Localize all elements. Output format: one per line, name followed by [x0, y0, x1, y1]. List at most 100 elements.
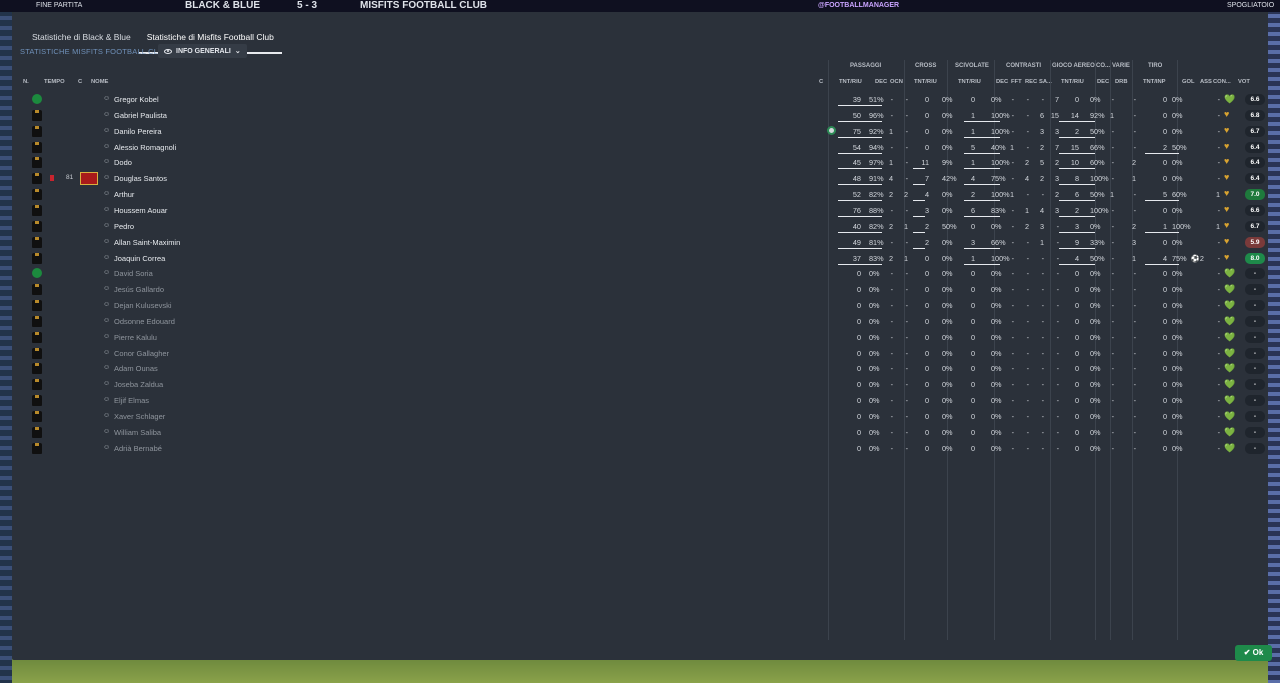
col-vot[interactable]: VOT	[1238, 79, 1250, 85]
player-name[interactable]: William Saliba	[114, 428, 161, 437]
player-name[interactable]: Gabriel Paulista	[114, 111, 167, 120]
player-name[interactable]: Allan Saint-Maximin	[114, 238, 180, 247]
player-name[interactable]: Danilo Pereira	[114, 127, 162, 136]
player-profile-icon[interactable]: ☺	[103, 254, 110, 261]
player-name[interactable]: Pierre Kalulu	[114, 333, 157, 342]
player-profile-icon[interactable]: ☺	[103, 95, 110, 102]
player-name[interactable]: Arthur	[114, 190, 134, 199]
col-con-dec[interactable]: DEC	[996, 79, 1008, 85]
col-con-fft[interactable]: FFT	[1011, 79, 1022, 85]
table-row[interactable]: ☺ Gregor Kobel 39 51% - -0 0% 0 0% - - -7 0 0% - -0 0% - 💚…	[20, 92, 1265, 108]
player-profile-icon[interactable]: ☺	[103, 317, 110, 324]
player-profile-icon[interactable]: ☺	[103, 349, 110, 356]
stat-tP: 0%	[1172, 110, 1183, 120]
player-name[interactable]: Gregor Kobel	[114, 95, 159, 104]
table-row[interactable]: ☺ Arthur 52 82% 2 2 4 0% 2 100% 1- -2 6 50% 1-5 60% 1 ♥ 7.…	[20, 187, 1265, 203]
col-pass-dec[interactable]: DEC	[875, 79, 887, 85]
player-profile-icon[interactable]: ☺	[103, 174, 110, 181]
player-name[interactable]: Douglas Santos	[114, 174, 167, 183]
col-con[interactable]: CON...	[1213, 79, 1231, 85]
table-row[interactable]: 81 ☺ Douglas Santos 48 91% 4-7 42% 4 75% -4 2 3 8 100…	[20, 171, 1265, 187]
col-nome[interactable]: NOME	[91, 79, 108, 85]
player-name[interactable]: Pedro	[114, 222, 134, 231]
table-row[interactable]: ☺ Dejan Kulusevski 0 0% - -0 0% 0 0% - - - -0 0% - -0 0%…	[20, 298, 1265, 314]
player-profile-icon[interactable]: ☺	[103, 238, 110, 245]
table-row[interactable]: ☺ Joaquin Correa 37 83% 2 1 0 0% 1 100% - - - -4 50% -1…	[20, 251, 1265, 267]
table-row[interactable]: ☺ Alessio Romagnoli 54 94% - -0 0% 5 40% 1-2 7 15 66…	[20, 140, 1265, 156]
player-profile-icon[interactable]: ☺	[103, 285, 110, 292]
col-con-rec[interactable]: REC	[1025, 79, 1037, 85]
player-profile-icon[interactable]: ☺	[103, 380, 110, 387]
stat-pT: 0	[856, 285, 861, 295]
table-row[interactable]: ☺ Adrià Bernabé 0 0% - -0 0% 0 0% - - - -0 0% - -0 0% - 💚 -	[20, 441, 1265, 457]
col-co-dec[interactable]: DEC	[1097, 79, 1109, 85]
table-row[interactable]: ☺ Adam Ounas 0 0% - -0 0% 0 0% - - - -0 0% - -0 0% - 💚 -	[20, 361, 1265, 377]
view-dropdown[interactable]: INFO GENERALI ⌄	[158, 44, 247, 58]
col-c2[interactable]: C	[819, 79, 823, 85]
player-name[interactable]: Alessio Romagnoli	[114, 143, 176, 152]
player-name[interactable]: Dejan Kulusevski	[114, 301, 172, 310]
table-row[interactable]: ☺ Allan Saint-Maximin 49 81% - -2 0% 3 66% - -1-9 3…	[20, 235, 1265, 251]
player-profile-icon[interactable]: ☺	[103, 333, 110, 340]
player-profile-icon[interactable]: ☺	[103, 412, 110, 419]
table-row[interactable]: ☺ Jesús Gallardo 0 0% - -0 0% 0 0% - - - -0 0% - -0 0% - 💚…	[20, 282, 1265, 298]
dressing-room-button[interactable]: SPOGLIATOIO	[1227, 2, 1274, 9]
player-name[interactable]: Conor Gallagher	[114, 349, 169, 358]
table-row[interactable]: ☺ Danilo Pereira 75 92% 1-0 0% 1 100% - -3 3 2 50% - -…	[20, 124, 1265, 140]
col-ass[interactable]: ASS	[1200, 79, 1212, 85]
table-row[interactable]: ☺ Pedro 40 82% 2 1 2 50% 0 0% -2 3-3 0% -2 1 100% 1 ♥ 6.7	[20, 219, 1265, 235]
player-profile-icon[interactable]: ☺	[103, 364, 110, 371]
player-name[interactable]: Xaver Schlager	[114, 412, 165, 421]
player-profile-icon[interactable]: ☺	[103, 143, 110, 150]
table-row[interactable]: ☺ Dodo 45 97% 1-11 9% 1 100% -2 5 2 10 60% -2 0 0% - ♥ 6.4	[20, 155, 1265, 171]
col-gol[interactable]: GOL	[1182, 79, 1195, 85]
player-profile-icon[interactable]: ☺	[103, 206, 110, 213]
col-drb[interactable]: DRB	[1115, 79, 1128, 85]
player-name[interactable]: Joseba Zaldua	[114, 380, 163, 389]
stat-pD: -	[890, 142, 893, 152]
player-profile-icon[interactable]: ☺	[103, 444, 110, 451]
player-name[interactable]: Joaquin Correa	[114, 254, 165, 263]
col-aereo-tnt-riu[interactable]: TNT/RIU	[1061, 79, 1084, 85]
player-name[interactable]: Eljif Elmas	[114, 396, 149, 405]
table-row[interactable]: ☺ Eljif Elmas 0 0% - -0 0% 0 0% - - - -0 0% - -0 0% - 💚 -	[20, 393, 1265, 409]
table-row[interactable]: ☺ Houssem Aouar 76 88% - -3 0% 6 83% -1 4 3 2 100% - -0…	[20, 203, 1265, 219]
table-row[interactable]: ☺ Joseba Zaldua 0 0% - -0 0% 0 0% - - - -0 0% - -0 0% - 💚 -	[20, 377, 1265, 393]
player-profile-icon[interactable]: ☺	[103, 158, 110, 165]
col-tempo[interactable]: TEMPO	[44, 79, 65, 85]
table-row[interactable]: ☺ William Saliba 0 0% - -0 0% 0 0% - - - -0 0% - -0 0% - 💚…	[20, 425, 1265, 441]
col-pass-ocn[interactable]: OCN	[890, 79, 903, 85]
table-row[interactable]: ☺ Gabriel Paulista 50 96% - -0 0% 1 100% - -6 15 14 9…	[20, 108, 1265, 124]
player-profile-icon[interactable]: ☺	[103, 428, 110, 435]
table-row[interactable]: ☺ David Soria 0 0% - -0 0% 0 0% - - - -0 0% - -0 0% - 💚 -	[20, 266, 1265, 282]
player-name[interactable]: Jesús Gallardo	[114, 285, 164, 294]
col-sciv-tnt-riu[interactable]: TNT/RIU	[958, 79, 981, 85]
stat-coD: -	[1111, 126, 1114, 136]
player-name[interactable]: Houssem Aouar	[114, 206, 167, 215]
player-name[interactable]: Adrià Bernabé	[114, 444, 162, 453]
table-row[interactable]: ☺ Pierre Kalulu 0 0% - -0 0% 0 0% - - - -0 0% - -0 0% - 💚 -	[20, 330, 1265, 346]
table-row[interactable]: ☺ Odsonne Edouard 0 0% - -0 0% 0 0% - - - -0 0% - -0 0% -…	[20, 314, 1265, 330]
player-profile-icon[interactable]: ☺	[103, 222, 110, 229]
player-name[interactable]: Adam Ounas	[114, 364, 158, 373]
player-profile-icon[interactable]: ☺	[103, 269, 110, 276]
col-tiro-tnt-inp[interactable]: TNT/INP	[1143, 79, 1166, 85]
player-name[interactable]: David Soria	[114, 269, 153, 278]
col-pass-tnt-riu[interactable]: TNT/RIU	[839, 79, 862, 85]
player-name[interactable]: Odsonne Edouard	[114, 317, 175, 326]
player-profile-icon[interactable]: ☺	[103, 111, 110, 118]
player-name[interactable]: Dodo	[114, 158, 132, 167]
col-c[interactable]: C	[78, 79, 82, 85]
col-n[interactable]: N.	[23, 79, 29, 85]
stat-sT: 1	[970, 253, 975, 263]
player-profile-icon[interactable]: ☺	[103, 396, 110, 403]
col-cross-tnt-riu[interactable]: TNT/RIU	[914, 79, 937, 85]
player-profile-icon[interactable]: ☺	[103, 190, 110, 197]
table-row[interactable]: ☺ Conor Gallagher 0 0% - -0 0% 0 0% - - - -0 0% - -0 0% -…	[20, 346, 1265, 362]
player-profile-icon[interactable]: ☺	[103, 301, 110, 308]
stat-underline	[1059, 120, 1095, 122]
stat-coD: -	[1111, 142, 1114, 152]
ok-button[interactable]: ✔ Ok	[1235, 645, 1272, 661]
player-profile-icon[interactable]: ☺	[103, 127, 110, 134]
table-row[interactable]: ☺ Xaver Schlager 0 0% - -0 0% 0 0% - - - -0 0% - -0 0% - 💚…	[20, 409, 1265, 425]
